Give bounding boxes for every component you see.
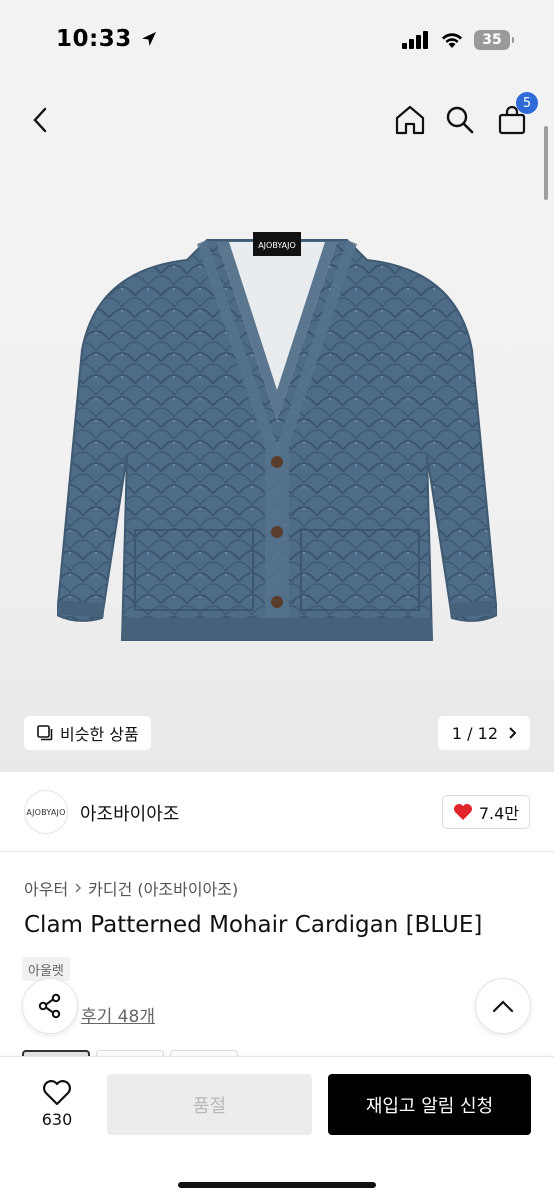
scroll-top-button[interactable] bbox=[475, 978, 531, 1034]
clock-text: 10:33 bbox=[56, 26, 132, 52]
home-indicator bbox=[178, 1182, 376, 1188]
breadcrumb-child[interactable]: 카디건 (아조바이아조) bbox=[88, 876, 238, 900]
restock-alert-button[interactable]: 재입고 알림 신청 bbox=[328, 1074, 531, 1135]
status-time: 10:33 bbox=[56, 26, 158, 52]
chevron-right-icon bbox=[75, 883, 82, 893]
chevron-left-icon bbox=[33, 107, 47, 133]
share-button[interactable] bbox=[22, 978, 78, 1034]
neck-label-text: AJOBYAJO bbox=[258, 241, 296, 250]
heart-filled-icon bbox=[453, 804, 472, 820]
signal-icon bbox=[402, 31, 428, 49]
scrollbar[interactable] bbox=[544, 126, 548, 200]
product-title: Clam Patterned Mohair Cardigan [BLUE] bbox=[24, 912, 483, 938]
product-like-button[interactable]: 630 bbox=[22, 1073, 92, 1135]
breadcrumb: 아우터 카디건 (아조바이아조) bbox=[24, 876, 238, 900]
product-gallery[interactable]: AJOBYAJO 비슷한 상품 1 / 12 bbox=[0, 84, 554, 772]
chevron-up-icon bbox=[492, 1000, 514, 1013]
status-indicators: 35 bbox=[402, 30, 514, 50]
status-bar: 10:33 35 bbox=[0, 0, 554, 84]
product-like-count: 630 bbox=[41, 1109, 73, 1129]
bottom-action-bar: 630 품절 재입고 알림 신청 bbox=[0, 1056, 554, 1200]
brand-logo[interactable]: AJOBYAJO bbox=[24, 790, 68, 834]
similar-products-button[interactable]: 비슷한 상품 bbox=[24, 716, 151, 750]
review-link[interactable]: 후기 48개 bbox=[81, 1002, 155, 1027]
search-icon bbox=[446, 106, 474, 134]
battery-level: 35 bbox=[482, 32, 502, 48]
chevron-right-icon bbox=[509, 727, 517, 739]
product-image: AJOBYAJO bbox=[57, 232, 497, 641]
back-button[interactable] bbox=[22, 102, 58, 138]
image-counter-text: 1 / 12 bbox=[451, 723, 498, 743]
search-button[interactable] bbox=[442, 102, 478, 138]
cart-button[interactable]: 5 bbox=[494, 92, 538, 138]
wifi-icon bbox=[442, 33, 462, 48]
brand-like-button[interactable]: 7.4만 bbox=[441, 795, 530, 829]
soldout-button[interactable]: 품절 bbox=[107, 1074, 312, 1135]
breadcrumb-parent[interactable]: 아우터 bbox=[24, 876, 68, 900]
home-button[interactable] bbox=[392, 102, 428, 138]
location-arrow-icon bbox=[141, 32, 156, 46]
heart-outline-icon bbox=[43, 1079, 71, 1105]
brand-like-count: 7.4만 bbox=[478, 804, 519, 823]
top-nav: 5 bbox=[0, 84, 554, 156]
home-icon bbox=[395, 105, 425, 135]
share-icon bbox=[38, 993, 61, 1019]
image-counter[interactable]: 1 / 12 bbox=[437, 716, 530, 750]
copy-icon bbox=[37, 725, 53, 741]
brand-row[interactable]: AJOBYAJO 아조바이아조 7.4만 bbox=[0, 772, 554, 852]
brand-name[interactable]: 아조바이아조 bbox=[80, 800, 179, 826]
similar-products-label: 비슷한 상품 bbox=[60, 725, 139, 744]
battery-icon: 35 bbox=[474, 30, 514, 50]
cart-count-badge: 5 bbox=[516, 92, 538, 114]
